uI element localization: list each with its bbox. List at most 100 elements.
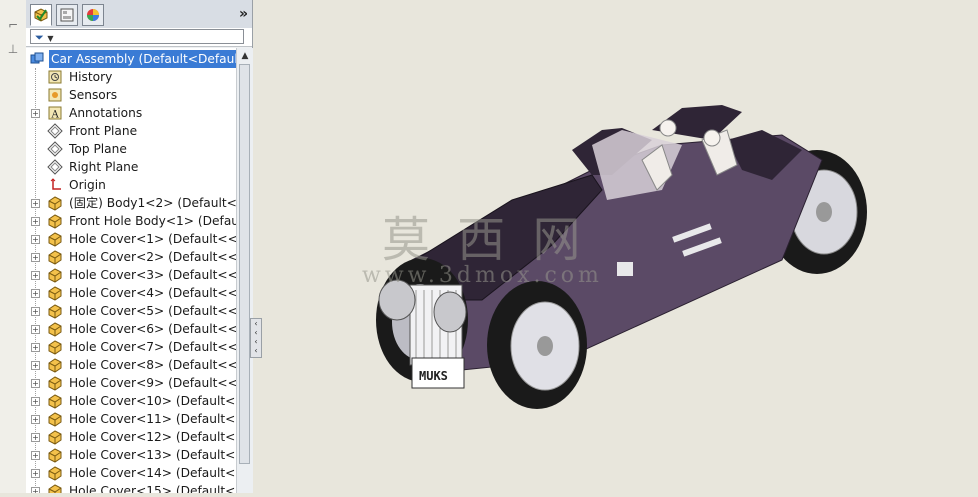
tree-item[interactable]: + Hole Cover<15> (Default<<l xyxy=(26,482,236,493)
part-icon xyxy=(47,267,63,283)
history-icon xyxy=(47,69,63,85)
tree-item-label: Hole Cover<3> (Default<<D xyxy=(69,268,236,282)
origin-icon xyxy=(47,177,63,193)
part-icon xyxy=(47,195,63,211)
tree-item[interactable]: + Front Hole Body<1> (Default xyxy=(26,212,236,230)
expand-node-icon[interactable]: + xyxy=(31,487,40,493)
tab-feature-manager[interactable] xyxy=(30,4,52,26)
front-right-wheel xyxy=(487,281,587,409)
graphics-area[interactable]: MUKS 莫 西 网 www.3dmox.com xyxy=(262,0,978,493)
tree-item[interactable]: Front Plane xyxy=(26,122,236,140)
expand-node-icon[interactable]: + xyxy=(31,109,40,118)
part-icon xyxy=(47,375,63,391)
part-icon xyxy=(47,231,63,247)
assembly-icon xyxy=(29,51,45,67)
part-icon xyxy=(47,429,63,445)
flyout-tree-icon[interactable]: ⊥ xyxy=(4,42,22,56)
expand-node-icon[interactable]: + xyxy=(31,433,40,442)
tree-item-label: Hole Cover<15> (Default<<l xyxy=(69,484,236,493)
filter-icon: ⏷ xyxy=(35,31,44,44)
tree-item[interactable]: + Hole Cover<13> (Default<<l xyxy=(26,446,236,464)
tree-item-label: Hole Cover<9> (Default<<D xyxy=(69,376,236,390)
tree-item[interactable]: + Hole Cover<6> (Default<<D xyxy=(26,320,236,338)
left-toolbar-strip: ⌐ ⊥ xyxy=(0,0,27,493)
expand-node-icon[interactable]: + xyxy=(31,397,40,406)
tree-item-label: Hole Cover<2> (Default<<D xyxy=(69,250,236,264)
part-icon xyxy=(47,357,63,373)
tree-item[interactable]: + Hole Cover<11> (Default<<l xyxy=(26,410,236,428)
feature-manager-icon xyxy=(34,8,48,22)
expand-node-icon[interactable]: + xyxy=(31,469,40,478)
tree-item[interactable]: History xyxy=(26,68,236,86)
tree-item-label: Hole Cover<10> (Default<<l xyxy=(69,394,236,408)
expand-node-icon[interactable]: + xyxy=(31,451,40,460)
tree-item-label: Car Assembly (Default<Default_ xyxy=(49,50,236,68)
expand-node-icon[interactable]: + xyxy=(31,199,40,208)
tree-item[interactable]: Origin xyxy=(26,176,236,194)
tree-item[interactable]: + Hole Cover<8> (Default<<D xyxy=(26,356,236,374)
feature-manager-panel: » ⏷ ▼ Car Assembly (Default<Default_ Hist… xyxy=(26,0,253,493)
tree-item[interactable]: Right Plane xyxy=(26,158,236,176)
tree-item-label: Hole Cover<1> (Default<<D xyxy=(69,232,236,246)
tree-item[interactable]: + A Annotations xyxy=(26,104,236,122)
expand-node-icon[interactable]: + xyxy=(31,343,40,352)
tree-item[interactable]: + Hole Cover<10> (Default<<l xyxy=(26,392,236,410)
expand-node-icon[interactable]: + xyxy=(31,253,40,262)
part-icon xyxy=(47,411,63,427)
tree-item[interactable]: + Hole Cover<9> (Default<<D xyxy=(26,374,236,392)
expand-node-icon[interactable]: + xyxy=(31,307,40,316)
tree-item-label: Hole Cover<13> (Default<<l xyxy=(69,448,236,462)
tree-item[interactable]: + Hole Cover<3> (Default<<D xyxy=(26,266,236,284)
tree-filter-input[interactable]: ⏷ ▼ xyxy=(30,29,244,44)
plane-icon xyxy=(47,159,63,175)
part-icon xyxy=(47,321,63,337)
plane-icon xyxy=(47,141,63,157)
filter-dropdown-icon[interactable]: ▼ xyxy=(47,34,53,43)
tree-item-label: Hole Cover<11> (Default<<l xyxy=(69,412,236,426)
panel-collapse-handle[interactable]: ‹ ‹ ‹ ‹ xyxy=(250,318,262,358)
expand-node-icon[interactable]: + xyxy=(31,361,40,370)
tree-item[interactable]: + Hole Cover<4> (Default<<D xyxy=(26,284,236,302)
tree-display-icon[interactable]: ⌐ xyxy=(4,18,22,32)
part-icon xyxy=(47,339,63,355)
tab-display-manager[interactable] xyxy=(82,4,104,26)
expand-node-icon[interactable]: + xyxy=(31,325,40,334)
tree-item[interactable]: + Hole Cover<1> (Default<<D xyxy=(26,230,236,248)
svg-text:A: A xyxy=(51,110,60,121)
tree-item-label: (固定) Body1<2> (Default<<l xyxy=(69,196,236,210)
expand-node-icon[interactable]: + xyxy=(31,217,40,226)
tree-item[interactable]: + Hole Cover<2> (Default<<D xyxy=(26,248,236,266)
tree-item-label: Annotations xyxy=(69,106,143,120)
expand-node-icon[interactable]: + xyxy=(31,415,40,424)
tree-item-label: Right Plane xyxy=(69,160,139,174)
expand-panel-button[interactable]: » xyxy=(239,6,248,22)
watermark-url: www.3dmox.com xyxy=(362,263,603,288)
tree-scrollbar[interactable]: ▲ xyxy=(236,48,253,493)
tab-property-manager[interactable] xyxy=(56,4,78,26)
tree-item[interactable]: + Hole Cover<14> (Default<<l xyxy=(26,464,236,482)
expand-node-icon[interactable]: + xyxy=(31,289,40,298)
tree-root-car-assembly[interactable]: Car Assembly (Default<Default_ xyxy=(26,50,236,68)
scroll-up-arrow[interactable]: ▲ xyxy=(239,50,251,62)
scroll-thumb[interactable] xyxy=(239,64,250,464)
sensors-icon xyxy=(47,87,63,103)
tree-item-label: Hole Cover<4> (Default<<D xyxy=(69,286,236,300)
annotations-icon: A xyxy=(47,105,63,121)
filter-row: ⏷ ▼ xyxy=(26,28,252,47)
tree-item-label: Front Hole Body<1> (Default xyxy=(69,214,236,228)
tree-item[interactable]: + (固定) Body1<2> (Default<<l xyxy=(26,194,236,212)
feature-tree: Car Assembly (Default<Default_ History Sen… xyxy=(26,48,236,493)
part-icon xyxy=(47,447,63,463)
tree-item[interactable]: + Hole Cover<7> (Default<<D xyxy=(26,338,236,356)
tree-item[interactable]: Top Plane xyxy=(26,140,236,158)
tree-item-label: Hole Cover<6> (Default<<D xyxy=(69,322,236,336)
expand-node-icon[interactable]: + xyxy=(31,271,40,280)
part-icon xyxy=(47,393,63,409)
expand-node-icon[interactable]: + xyxy=(31,235,40,244)
tree-item-label: Front Plane xyxy=(69,124,138,138)
tree-item[interactable]: + Hole Cover<12> (Default<<l xyxy=(26,428,236,446)
expand-node-icon[interactable]: + xyxy=(31,379,40,388)
tree-item[interactable]: Sensors xyxy=(26,86,236,104)
car-assembly-3d-model[interactable]: MUKS xyxy=(262,0,978,493)
tree-item[interactable]: + Hole Cover<5> (Default<<D xyxy=(26,302,236,320)
